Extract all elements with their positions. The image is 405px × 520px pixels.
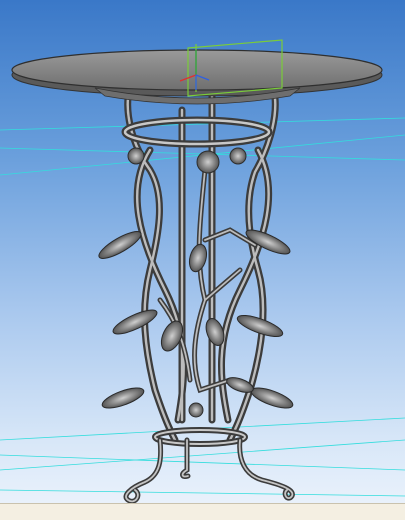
3d-viewport[interactable] <box>0 0 405 520</box>
upper-ring[interactable] <box>121 116 273 148</box>
tabletop[interactable] <box>11 49 383 105</box>
status-bar <box>0 503 405 520</box>
model-scene[interactable] <box>0 0 405 520</box>
